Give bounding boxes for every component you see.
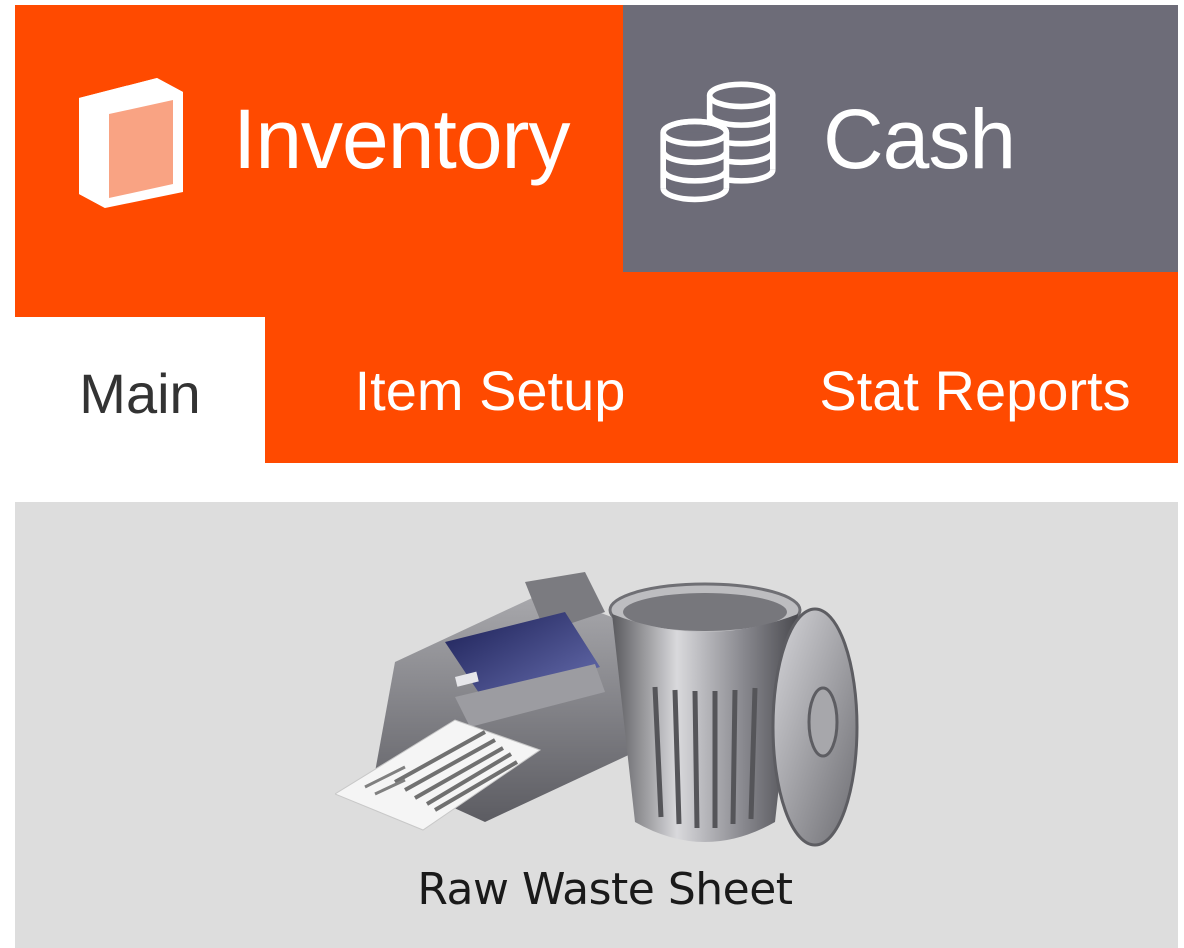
module-label-inventory: Inventory bbox=[233, 92, 571, 186]
box-icon bbox=[79, 78, 183, 208]
module-bar: Inventory Cash bbox=[15, 5, 1178, 272]
app-window: Inventory Cash Main Item Setup Stat Repo… bbox=[0, 0, 1184, 948]
module-tab-cash[interactable]: Cash bbox=[623, 5, 1178, 272]
raw-waste-sheet-button[interactable]: Raw Waste Sheet bbox=[335, 572, 875, 932]
coins-icon bbox=[660, 81, 776, 203]
printer-trash-icon bbox=[335, 572, 859, 847]
module-tab-inventory[interactable]: Inventory bbox=[15, 5, 623, 272]
raw-waste-sheet-label: Raw Waste Sheet bbox=[417, 864, 793, 915]
tab-item-setup[interactable]: Item Setup bbox=[335, 317, 645, 463]
tab-stat-reports[interactable]: Stat Reports bbox=[795, 317, 1155, 463]
subtab-bar: Main Item Setup Stat Reports bbox=[15, 272, 1178, 477]
main-content: Raw Waste Sheet bbox=[15, 502, 1178, 948]
tab-main[interactable]: Main bbox=[15, 317, 265, 477]
module-label-cash: Cash bbox=[823, 92, 1016, 186]
